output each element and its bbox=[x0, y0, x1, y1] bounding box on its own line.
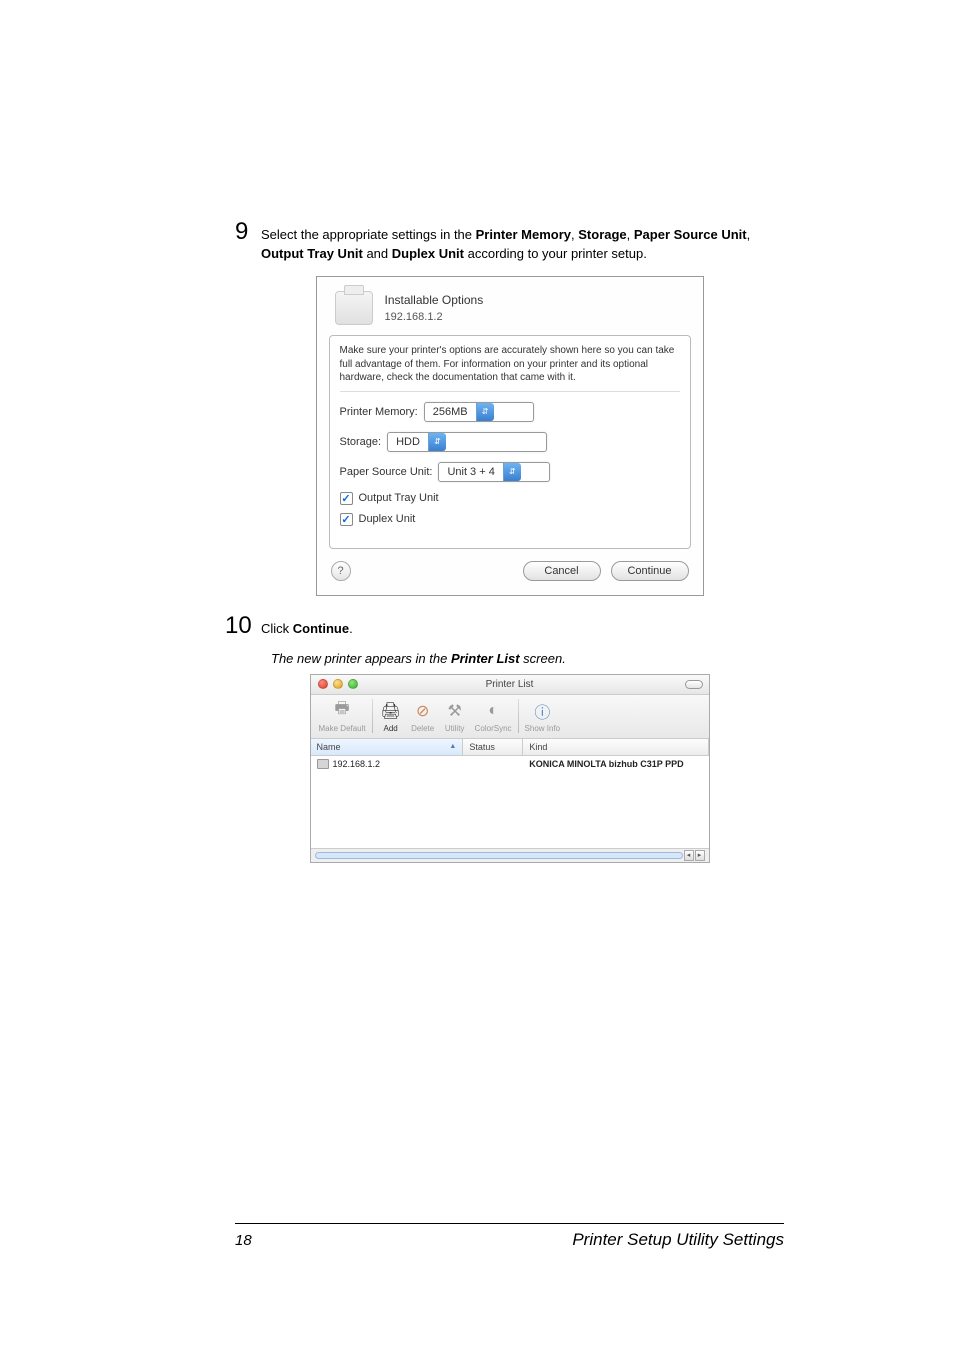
page-number: 18 bbox=[235, 1232, 252, 1249]
step-number-9: 9 bbox=[235, 220, 261, 244]
output-tray-label: Output Tray Unit bbox=[359, 492, 439, 504]
check-icon: ✓ bbox=[341, 492, 350, 505]
table-row[interactable]: 192.168.1.2 KONICA MINOLTA bizhub C31P P… bbox=[311, 756, 709, 772]
table-body: 192.168.1.2 KONICA MINOLTA bizhub C31P P… bbox=[311, 756, 709, 848]
step-10: 10 Click Continue. bbox=[225, 614, 784, 639]
output-tray-checkbox-row: ✓ Output Tray Unit bbox=[340, 492, 680, 505]
check-icon: ✓ bbox=[341, 513, 350, 526]
utility-icon: ⚒ bbox=[443, 700, 467, 722]
add-button[interactable]: 🖨 Add bbox=[375, 700, 407, 733]
storage-label: Storage: bbox=[340, 436, 382, 448]
duplex-checkbox[interactable]: ✓ bbox=[340, 513, 353, 526]
scroll-left-button[interactable]: ◂ bbox=[684, 850, 694, 861]
table-header: Name▲ Status Kind bbox=[311, 739, 709, 756]
chevron-updown-icon: ⇵ bbox=[503, 463, 521, 481]
paper-source-label: Paper Source Unit: bbox=[340, 466, 433, 478]
output-tray-checkbox[interactable]: ✓ bbox=[340, 492, 353, 505]
chevron-updown-icon: ⇵ bbox=[476, 403, 494, 421]
page-footer: 18 Printer Setup Utility Settings bbox=[235, 1223, 784, 1250]
storage-select[interactable]: HDD ⇵ bbox=[387, 432, 547, 452]
colorsync-icon: ◐ bbox=[481, 700, 505, 722]
dialog-subtitle: 192.168.1.2 bbox=[385, 309, 484, 326]
window-footer: ◂ ▸ bbox=[311, 848, 709, 862]
help-button[interactable]: ? bbox=[331, 561, 351, 581]
paper-source-row: Paper Source Unit: Unit 3 + 4 ⇵ bbox=[340, 462, 680, 482]
continue-button[interactable]: Continue bbox=[611, 561, 689, 581]
duplex-checkbox-row: ✓ Duplex Unit bbox=[340, 513, 680, 526]
info-icon: ⓘ bbox=[530, 700, 554, 722]
duplex-label: Duplex Unit bbox=[359, 513, 416, 525]
sort-indicator-icon: ▲ bbox=[449, 743, 456, 750]
chevron-updown-icon: ⇵ bbox=[428, 433, 446, 451]
cancel-button[interactable]: Cancel bbox=[523, 561, 601, 581]
window-title: Printer List bbox=[311, 679, 709, 690]
step-9-text: Select the appropriate settings in the P… bbox=[261, 220, 784, 264]
delete-icon: ⊘ bbox=[411, 700, 435, 722]
toolbar: 🖶 Make Default 🖨 Add ⊘ Delete ⚒ Utility … bbox=[311, 695, 709, 739]
dialog-title: Installable Options bbox=[385, 291, 484, 309]
horizontal-scrollbar[interactable] bbox=[315, 852, 683, 859]
printer-icon bbox=[335, 291, 373, 325]
storage-row: Storage: HDD ⇵ bbox=[340, 432, 680, 452]
column-kind[interactable]: Kind bbox=[523, 739, 708, 755]
printer-icon: 🖶 bbox=[330, 700, 354, 722]
column-name[interactable]: Name▲ bbox=[311, 739, 464, 755]
utility-button[interactable]: ⚒ Utility bbox=[439, 700, 471, 733]
step-9: 9 Select the appropriate settings in the… bbox=[235, 220, 784, 264]
printer-memory-select[interactable]: 256MB ⇵ bbox=[424, 402, 534, 422]
scroll-right-button[interactable]: ▸ bbox=[695, 850, 705, 861]
installable-options-dialog: Installable Options 192.168.1.2 Make sur… bbox=[316, 276, 704, 596]
dialog-header: Installable Options 192.168.1.2 bbox=[317, 277, 703, 336]
step-10-text: Click Continue. bbox=[261, 614, 353, 639]
show-info-button[interactable]: ⓘ Show Info bbox=[521, 700, 565, 733]
result-text: The new printer appears in the Printer L… bbox=[271, 651, 784, 666]
dialog-message: Make sure your printer's options are acc… bbox=[340, 344, 680, 392]
delete-button[interactable]: ⊘ Delete bbox=[407, 700, 439, 733]
printer-icon bbox=[317, 759, 329, 769]
footer-divider bbox=[235, 1223, 784, 1224]
paper-source-select[interactable]: Unit 3 + 4 ⇵ bbox=[438, 462, 550, 482]
printer-memory-label: Printer Memory: bbox=[340, 406, 418, 418]
toolbar-toggle[interactable] bbox=[685, 680, 703, 689]
footer-title: Printer Setup Utility Settings bbox=[572, 1230, 784, 1250]
printer-list-window: Printer List 🖶 Make Default 🖨 Add ⊘ Dele… bbox=[310, 674, 710, 863]
step-number-10: 10 bbox=[225, 614, 261, 638]
printer-memory-row: Printer Memory: 256MB ⇵ bbox=[340, 402, 680, 422]
make-default-button[interactable]: 🖶 Make Default bbox=[315, 700, 370, 733]
dialog-body: Make sure your printer's options are acc… bbox=[329, 335, 691, 549]
add-printer-icon: 🖨 bbox=[379, 700, 403, 722]
window-titlebar: Printer List bbox=[311, 675, 709, 695]
column-status[interactable]: Status bbox=[463, 739, 523, 755]
colorsync-button[interactable]: ◐ ColorSync bbox=[471, 700, 516, 733]
dialog-footer: ? Cancel Continue bbox=[317, 549, 703, 595]
